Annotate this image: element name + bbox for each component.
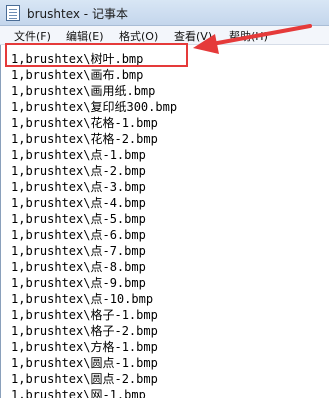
red-arrow-icon xyxy=(193,24,312,54)
